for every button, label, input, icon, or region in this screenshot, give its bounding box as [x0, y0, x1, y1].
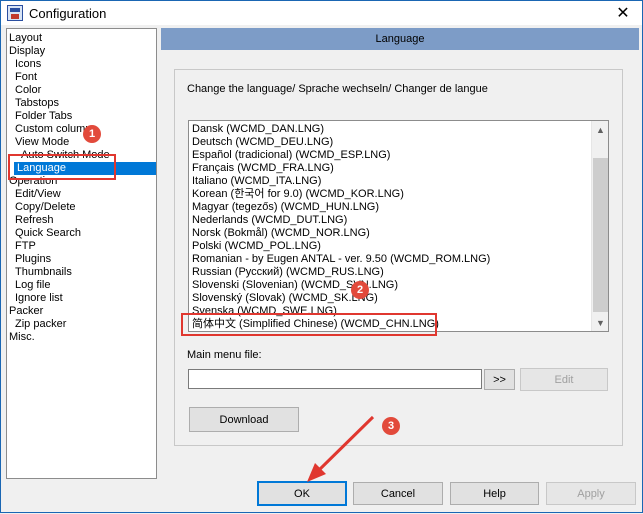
arrow-to-ok [307, 415, 375, 482]
configuration-window: Configuration ✕ Layout Display Icons Font Co… [0, 0, 643, 513]
